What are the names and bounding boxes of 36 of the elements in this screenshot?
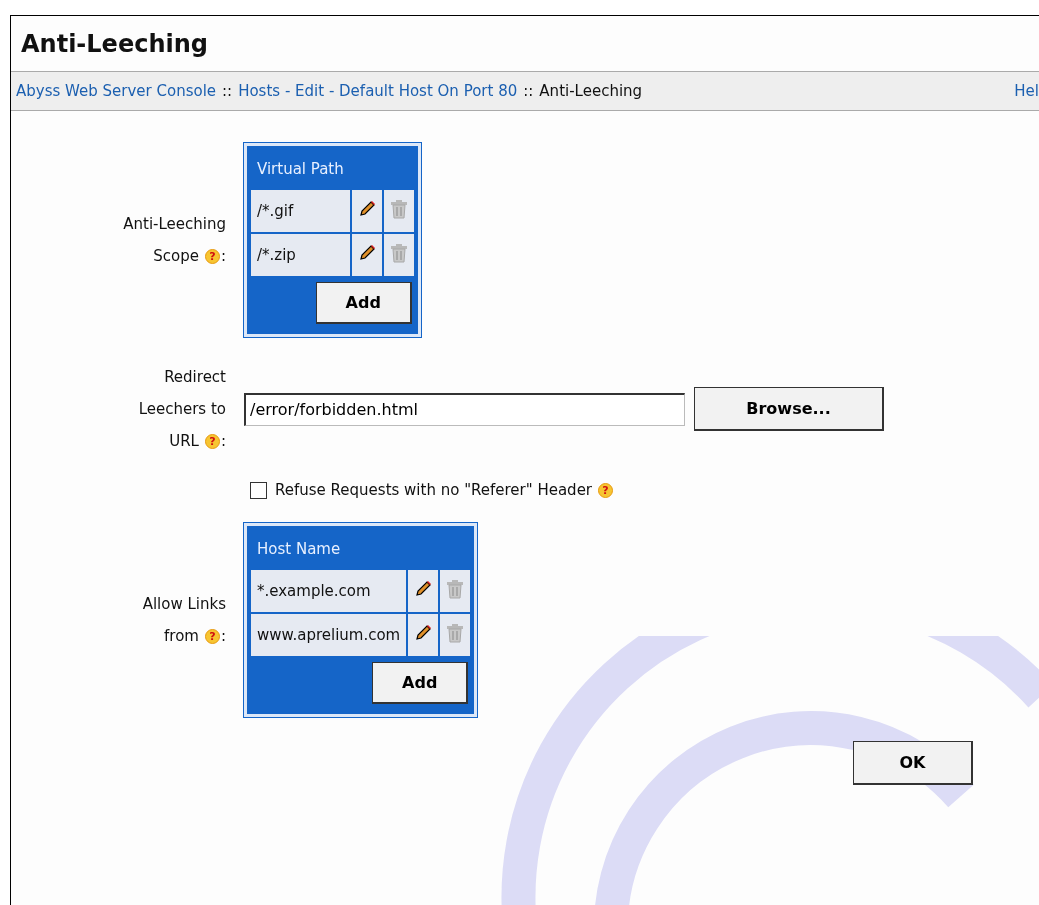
- help-icon[interactable]: ?: [204, 628, 220, 644]
- window-title: Anti-Leeching: [20, 29, 209, 60]
- label-colon: :: [220, 246, 226, 267]
- table-cell: *.example.com: [251, 570, 407, 612]
- breadcrumb-link[interactable]: Hosts - Edit - Default Host On Port 80: [238, 82, 518, 100]
- breadcrumb-separator: ::: [222, 82, 233, 100]
- field-label: Leechers to: [138, 399, 226, 420]
- ok-button[interactable]: OK: [853, 741, 973, 785]
- help-icon[interactable]: ?: [204, 433, 220, 449]
- breadcrumb-link[interactable]: Abyss Web Server Console: [16, 82, 217, 100]
- checkbox-label: Refuse Requests with no "Referer" Header: [275, 481, 593, 499]
- field-label: from: [164, 626, 199, 647]
- help-icon[interactable]: ?: [598, 482, 614, 498]
- label-colon: :: [220, 626, 226, 647]
- add-button[interactable]: Add: [372, 662, 469, 704]
- field-label: Redirect: [164, 367, 226, 388]
- table-cell: www.aprelium.com: [251, 614, 407, 656]
- url-input-field[interactable]: /error/forbidden.html: [244, 392, 685, 426]
- help-icon[interactable]: ?: [204, 248, 220, 264]
- browse-button[interactable]: Browse...: [694, 387, 884, 431]
- pencil-icon[interactable]: [414, 624, 433, 642]
- add-button[interactable]: Add: [315, 282, 412, 324]
- pencil-icon[interactable]: [357, 200, 376, 218]
- table-cell: /*.gif: [251, 190, 350, 232]
- field-label: Scope: [153, 246, 199, 267]
- breadcrumb-separator: ::: [523, 82, 534, 100]
- label-colon: :: [220, 431, 226, 452]
- checkbox[interactable]: [250, 481, 267, 499]
- table-cell: /*.zip: [251, 234, 350, 276]
- help-link[interactable]: Hel: [1014, 82, 1039, 100]
- pencil-icon[interactable]: [357, 244, 376, 262]
- field-label: Anti-Leeching: [123, 214, 226, 235]
- field-label: Allow Links: [142, 594, 226, 615]
- breadcrumb-current: Anti-Leeching: [539, 82, 643, 100]
- pencil-icon[interactable]: [414, 580, 433, 598]
- field-label: URL: [169, 431, 199, 452]
